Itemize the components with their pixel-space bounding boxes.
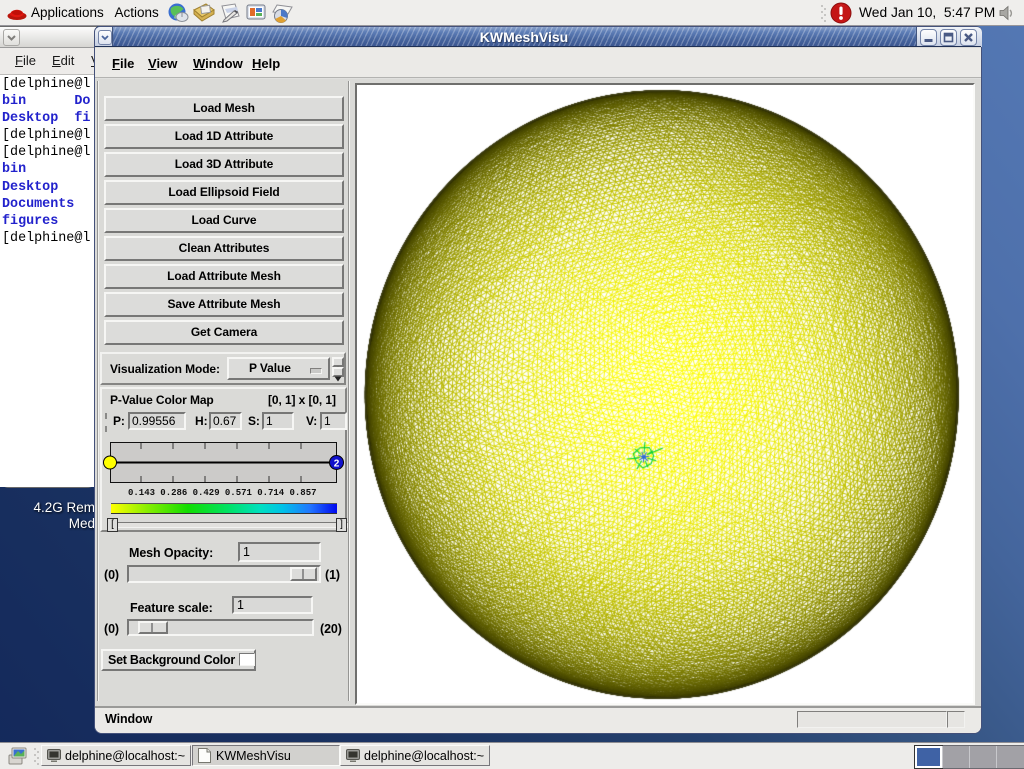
svg-text:2: 2	[334, 459, 340, 470]
